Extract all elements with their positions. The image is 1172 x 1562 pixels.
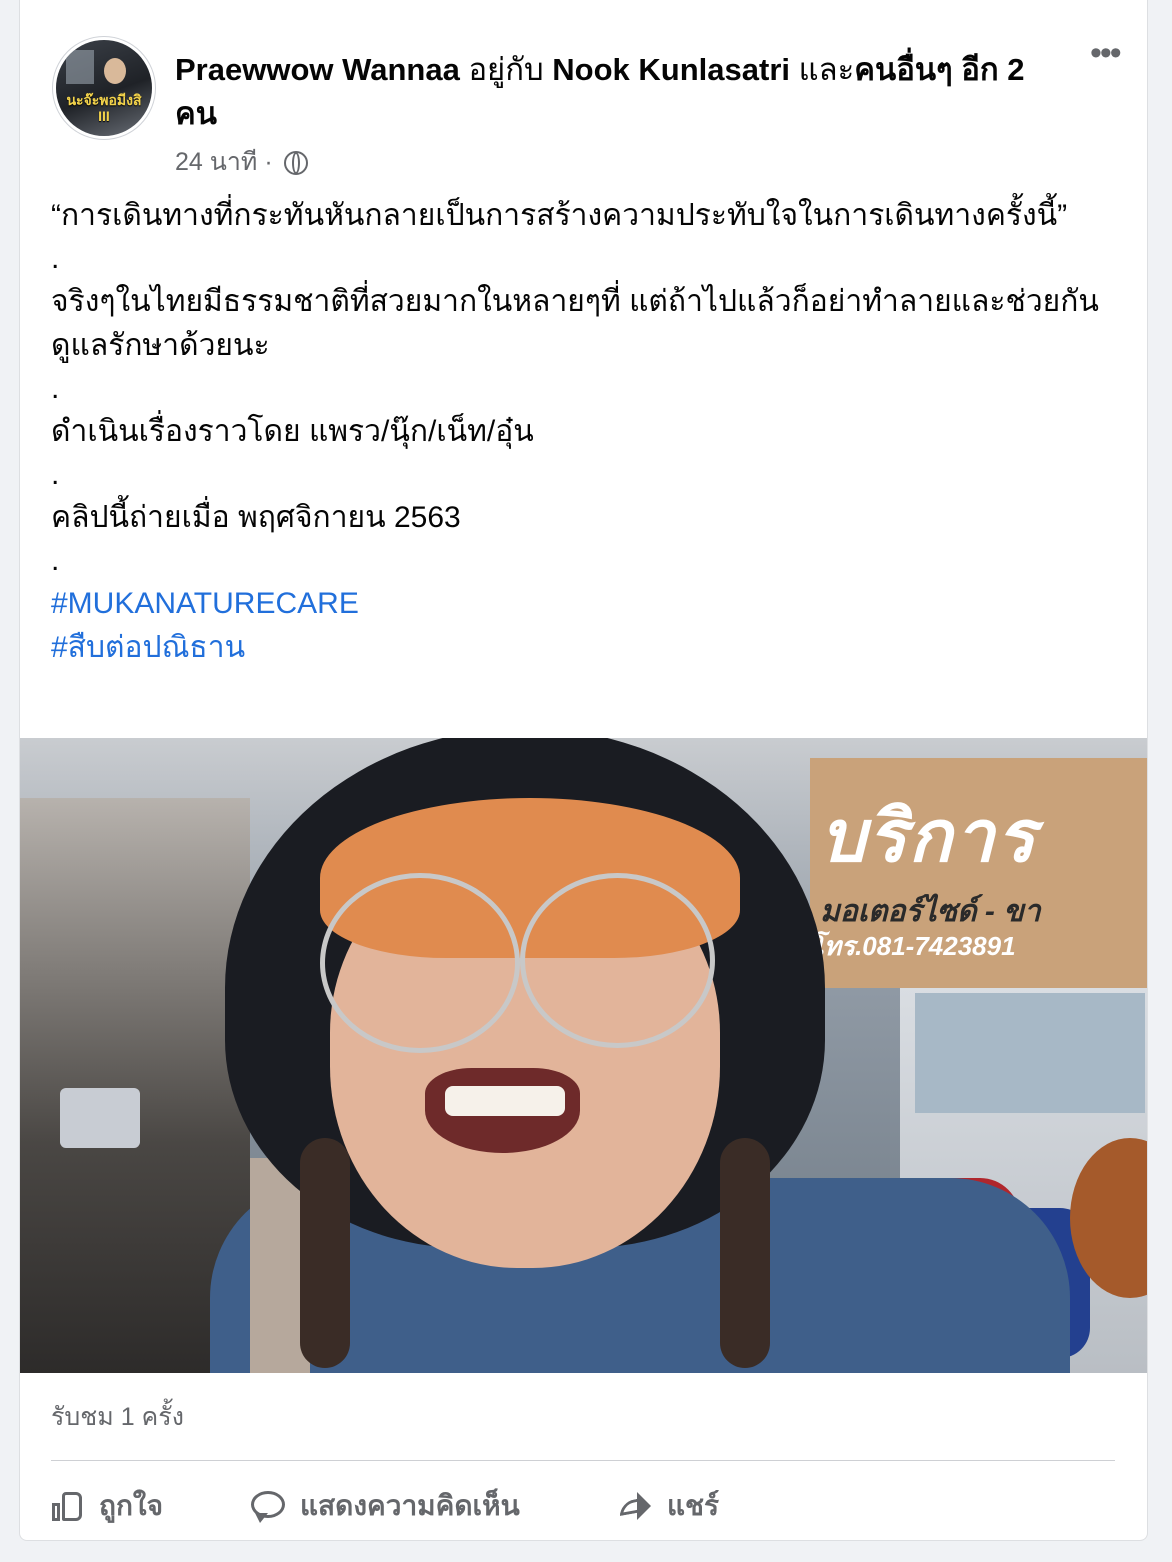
like-button[interactable]: ถูกใจ bbox=[49, 1484, 163, 1528]
post-line-quote: “การเดินทางที่กระทันหันกลายเป็นการสร้างค… bbox=[51, 199, 1068, 232]
author-avatar[interactable]: นะจ๊ะพอมีงสิ III bbox=[53, 37, 155, 139]
view-count[interactable]: รับชม 1 ครั้ง bbox=[51, 1400, 184, 1434]
avatar-caption-sub: III bbox=[98, 108, 110, 124]
tagged-person-link[interactable]: Nook Kunlasatri bbox=[552, 52, 790, 87]
avatar-window bbox=[66, 50, 94, 84]
post-line-nature: จริงๆในไทยมีธรรมชาติที่สวยมากในหลายๆที่ … bbox=[51, 285, 1099, 362]
meta-separator: · bbox=[264, 148, 273, 176]
video-sign-text: บริการ bbox=[820, 797, 1038, 877]
post-timestamp[interactable]: 24 นาที bbox=[175, 148, 257, 176]
like-label: ถูกใจ bbox=[99, 1490, 163, 1521]
avatar-caption-text: นะจ๊ะพอมีงสิ bbox=[66, 92, 142, 108]
more-options-icon[interactable]: ••• bbox=[1090, 36, 1122, 70]
video-glasses-left bbox=[320, 873, 520, 1053]
post-card: นะจ๊ะพอมีงสิ III Praewwow Wannaa อยู่กับ… bbox=[19, 0, 1148, 1541]
comment-button[interactable]: แสดงความคิดเห็น bbox=[250, 1484, 520, 1528]
video-glasses-right bbox=[520, 873, 715, 1048]
video-poster bbox=[915, 993, 1145, 1113]
video-teeth bbox=[445, 1086, 565, 1116]
hashtag-mukanaturecare[interactable]: #MUKANATURECARE bbox=[51, 582, 1121, 626]
video-pepsi-sign bbox=[60, 1088, 140, 1148]
hashtag-suebtorpanithan[interactable]: #สืบต่อปณิธาน bbox=[51, 626, 1121, 670]
post-dot-separator: . bbox=[51, 458, 60, 491]
post-line-date: คลิปนี้ถ่ายเมื่อ พฤศจิกายน 2563 bbox=[51, 501, 461, 534]
post-dot-separator: . bbox=[51, 544, 60, 577]
divider bbox=[51, 1460, 1115, 1461]
video-braid-left bbox=[300, 1138, 350, 1368]
share-button[interactable]: แชร์ bbox=[617, 1484, 719, 1528]
share-arrow-icon bbox=[617, 1488, 653, 1524]
post-text: “การเดินทางที่กระทันหันกลายเป็นการสร้างค… bbox=[51, 194, 1121, 670]
action-bar: ถูกใจ แสดงความคิดเห็น แชร์ bbox=[20, 1470, 1147, 1540]
globe-icon[interactable] bbox=[283, 151, 308, 175]
video-player[interactable]: บริการ มอเตอร์ไซด์ - ขา โทร.081-7423891 bbox=[20, 738, 1147, 1373]
video-sign-phone: โทร.081-7423891 bbox=[810, 931, 1016, 961]
avatar-face bbox=[104, 58, 126, 84]
with-word: อยู่กับ bbox=[468, 52, 544, 87]
post-meta: 24 นาที · bbox=[175, 145, 308, 179]
comment-label: แสดงความคิดเห็น bbox=[300, 1490, 520, 1521]
comment-bubble-icon bbox=[250, 1488, 286, 1524]
share-label: แชร์ bbox=[667, 1490, 720, 1521]
post-line-credits: ดำเนินเรื่องราวโดย แพรว/นุ๊ก/เน็ท/อุ๋น bbox=[51, 415, 534, 448]
post-header: Praewwow Wannaa อยู่กับ Nook Kunlasatri … bbox=[175, 48, 1065, 136]
author-name-link[interactable]: Praewwow Wannaa bbox=[175, 52, 460, 87]
post-dot-separator: . bbox=[51, 372, 60, 405]
video-braid-right bbox=[720, 1138, 770, 1368]
and-word: และ bbox=[798, 52, 855, 87]
post-dot-separator: . bbox=[51, 242, 60, 275]
avatar-caption: นะจ๊ะพอมีงสิ III bbox=[62, 92, 146, 124]
thumbs-up-icon bbox=[49, 1488, 85, 1524]
